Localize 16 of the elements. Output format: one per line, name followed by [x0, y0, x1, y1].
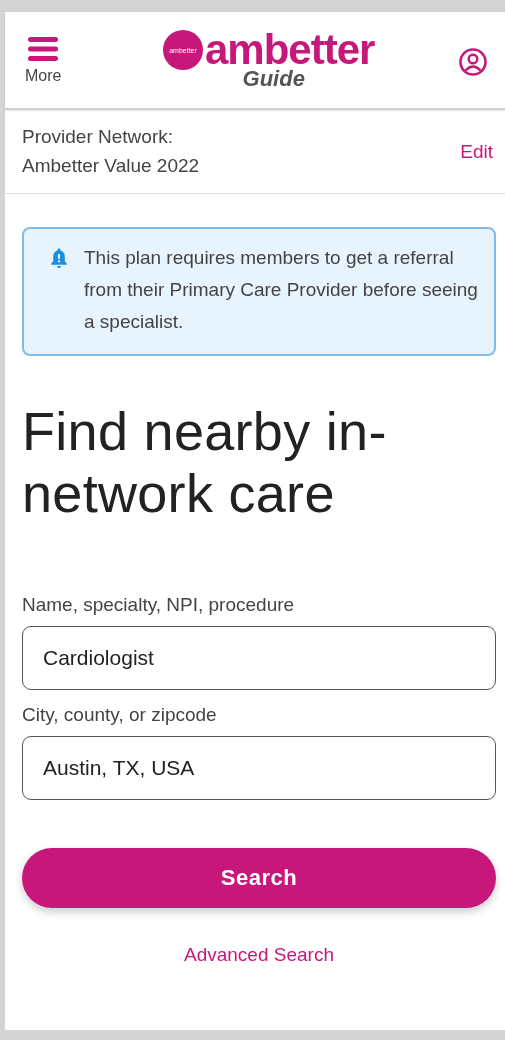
search-button[interactable]: Search — [22, 848, 496, 908]
menu-button[interactable]: More — [25, 35, 62, 85]
field-label: Name, specialty, NPI, procedure — [22, 594, 296, 616]
page-heading: Find nearby in-network care — [22, 400, 388, 524]
menu-icon — [26, 35, 61, 63]
network-label: Provider Network: — [22, 126, 174, 148]
edit-link[interactable]: Edit — [460, 140, 493, 163]
alert-message: This plan requires members to get a referral from their Primary Care Provider before seeing a specialist. — [84, 246, 479, 334]
advanced-search-link[interactable]: Advanced Search — [184, 944, 334, 966]
input-field[interactable]: Austin, TX, USA — [22, 736, 496, 800]
bell-icon — [50, 247, 68, 269]
field-label: City, county, or zipcode — [22, 704, 218, 726]
input-field[interactable]: Cardiologist — [22, 626, 496, 690]
account-icon[interactable] — [458, 47, 488, 77]
network-value: Ambetter Value 2022 — [22, 155, 200, 177]
logo-subtitle: Guide — [242, 66, 305, 92]
